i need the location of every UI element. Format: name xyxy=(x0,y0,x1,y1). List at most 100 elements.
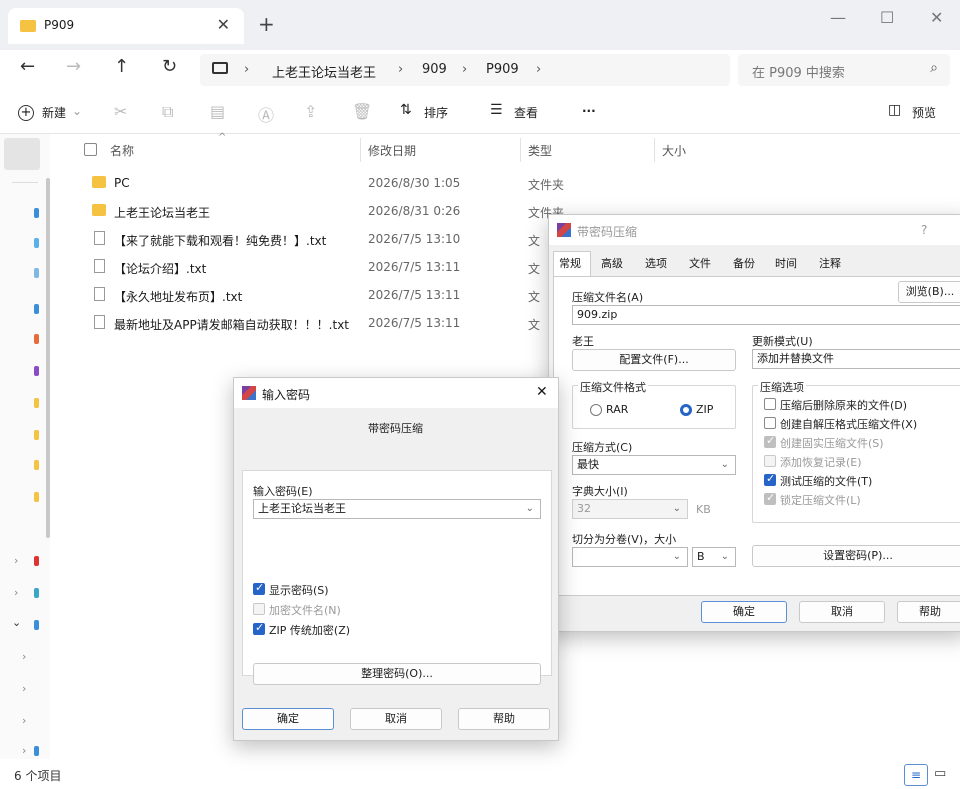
option-checkbox[interactable] xyxy=(253,621,265,635)
sidebar-item-icon[interactable] xyxy=(34,334,39,344)
split-size-input[interactable]: ⌄ xyxy=(572,547,688,567)
zip-radio[interactable] xyxy=(680,404,692,416)
sidebar-item-icon[interactable] xyxy=(34,430,39,440)
column-header-modified[interactable]: 修改日期 xyxy=(368,142,416,159)
search-box[interactable]: 在 P909 中搜索 ⌕ xyxy=(738,54,950,86)
sidebar-item-icon[interactable] xyxy=(34,746,39,756)
copy-icon[interactable]: ⧉ xyxy=(162,102,173,122)
chevron-down-icon[interactable]: ⌄ xyxy=(12,616,21,629)
cut-icon[interactable]: ✂ xyxy=(114,102,127,121)
sidebar-item-icon[interactable] xyxy=(34,460,39,470)
new-tab-button[interactable]: + xyxy=(258,12,275,36)
organize-passwords-button[interactable]: 整理密码(O)... xyxy=(253,663,541,685)
select-all-checkbox[interactable] xyxy=(84,143,97,156)
profiles-button[interactable]: 配置文件(F)... xyxy=(572,349,736,371)
sidebar-item-icon[interactable] xyxy=(34,304,39,314)
table-row[interactable]: 最新地址及APP请发邮箱自动获取！！！.txt xyxy=(92,314,572,338)
option-checkbox[interactable] xyxy=(764,491,776,505)
forward-button[interactable]: → xyxy=(66,56,81,77)
tab-comment[interactable]: 注释 xyxy=(819,255,841,271)
close-icon[interactable]: ✕ xyxy=(536,384,548,400)
rename-icon[interactable]: Ⓐ xyxy=(258,102,274,126)
password-input[interactable]: 上老王论坛当老王 ⌄ xyxy=(253,499,541,519)
new-button[interactable]: 新建 xyxy=(42,104,66,121)
maximize-button[interactable]: ☐ xyxy=(880,8,894,27)
sort-button[interactable]: 排序 xyxy=(424,104,448,121)
chevron-right-icon[interactable]: › xyxy=(22,650,26,663)
option-checkbox[interactable] xyxy=(764,434,776,448)
help-button[interactable]: 帮助 xyxy=(458,708,550,730)
sidebar-item-icon[interactable] xyxy=(34,620,39,630)
preview-button[interactable]: 预览 xyxy=(912,104,936,121)
column-header-name[interactable]: 名称 xyxy=(110,142,134,159)
address-bar[interactable]: › 上老王论坛当老王 › 909 › P909 › xyxy=(200,54,730,86)
table-row[interactable]: PC xyxy=(92,174,572,198)
sidebar-item-icon[interactable] xyxy=(34,268,39,278)
sidebar-item-icon[interactable] xyxy=(34,238,39,248)
column-header-type[interactable]: 类型 xyxy=(528,142,552,159)
sidebar-item-icon[interactable] xyxy=(34,208,39,218)
browse-button[interactable]: 浏览(B)... xyxy=(898,281,960,303)
option-checkbox[interactable] xyxy=(764,398,776,410)
sidebar-item-icon[interactable] xyxy=(34,366,39,376)
sidebar-item-icon[interactable] xyxy=(34,588,39,598)
option-checkbox[interactable] xyxy=(253,581,265,595)
back-button[interactable]: ← xyxy=(20,56,35,77)
cancel-button[interactable]: 取消 xyxy=(350,708,442,730)
update-mode-select[interactable]: 添加并替换文件 xyxy=(752,349,960,369)
sidebar-item-icon[interactable] xyxy=(34,492,39,502)
scrollbar[interactable] xyxy=(46,178,50,538)
option-checkbox[interactable] xyxy=(764,472,776,486)
table-row[interactable]: 【论坛介绍】.txt xyxy=(92,258,572,282)
option-checkbox[interactable] xyxy=(253,603,265,615)
minimize-button[interactable]: — xyxy=(830,8,846,27)
chevron-right-icon[interactable]: › xyxy=(22,682,26,695)
chevron-right-icon[interactable]: › xyxy=(14,554,18,567)
tab-general[interactable]: 常规 xyxy=(559,255,581,271)
help-button[interactable]: 帮助 xyxy=(897,601,960,623)
sidebar-item-selected[interactable] xyxy=(4,138,40,170)
view-button[interactable]: 查看 xyxy=(514,104,538,121)
delete-icon[interactable]: 🗑 xyxy=(352,102,372,121)
details-view-icon[interactable]: ≡ xyxy=(904,764,928,786)
help-icon[interactable]: ? xyxy=(921,223,927,237)
cancel-button[interactable]: 取消 xyxy=(799,601,885,623)
option-label: 锁定压缩文件(L) xyxy=(780,494,861,507)
set-password-button[interactable]: 设置密码(P)... xyxy=(752,545,960,567)
rar-radio[interactable] xyxy=(590,404,602,416)
tab-backup[interactable]: 备份 xyxy=(733,255,755,271)
column-header-size[interactable]: 大小 xyxy=(662,142,686,159)
archive-name-input[interactable]: 909.zip xyxy=(572,305,960,325)
tab-advanced[interactable]: 高级 xyxy=(601,255,623,271)
dictionary-select[interactable]: 32 ⌄ xyxy=(572,499,688,519)
table-row[interactable]: 【来了就能下载和观看！纯免费！】.txt xyxy=(92,230,572,254)
chevron-right-icon[interactable]: › xyxy=(22,744,26,757)
option-checkbox[interactable] xyxy=(764,417,776,429)
paste-icon[interactable]: ▤ xyxy=(210,102,225,121)
method-select[interactable]: 最快 ⌄ xyxy=(572,455,736,475)
ok-button[interactable]: 确定 xyxy=(242,708,334,730)
split-unit-select[interactable]: B ⌄ xyxy=(692,547,736,567)
tab-files[interactable]: 文件 xyxy=(689,255,711,271)
option-checkbox[interactable] xyxy=(764,455,776,467)
chevron-right-icon[interactable]: › xyxy=(14,586,18,599)
ok-button[interactable]: 确定 xyxy=(701,601,787,623)
breadcrumb-item[interactable]: P909 xyxy=(486,62,519,77)
tab-p909[interactable]: P909 ✕ xyxy=(8,8,244,44)
up-button[interactable]: ↑ xyxy=(114,56,129,77)
sidebar-item-icon[interactable] xyxy=(34,398,39,408)
table-row[interactable]: 【永久地址发布页】.txt xyxy=(92,286,572,310)
share-icon[interactable]: ⇪ xyxy=(304,102,317,121)
table-row[interactable]: 上老王论坛当老王 xyxy=(92,202,572,226)
chevron-right-icon[interactable]: › xyxy=(22,714,26,727)
close-tab-icon[interactable]: ✕ xyxy=(217,15,230,34)
tab-time[interactable]: 时间 xyxy=(775,255,797,271)
more-button[interactable]: ··· xyxy=(582,104,596,118)
close-window-button[interactable]: ✕ xyxy=(930,8,943,27)
sidebar-item-icon[interactable] xyxy=(34,556,39,566)
tab-options[interactable]: 选项 xyxy=(645,255,667,271)
refresh-button[interactable]: ↻ xyxy=(162,56,177,77)
breadcrumb-item[interactable]: 909 xyxy=(422,62,447,77)
tiles-view-icon[interactable]: ▭ xyxy=(934,766,946,781)
breadcrumb-item[interactable]: 上老王论坛当老王 xyxy=(272,62,376,81)
